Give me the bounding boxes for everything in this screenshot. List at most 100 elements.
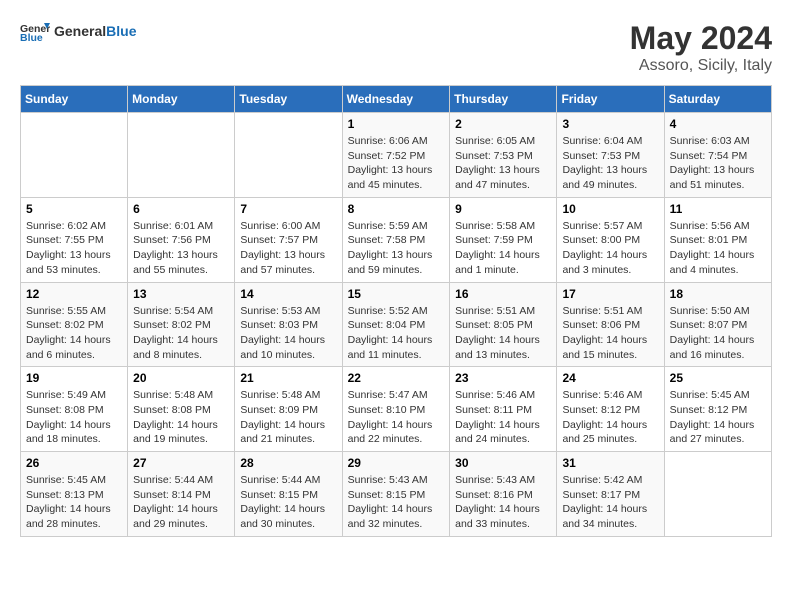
cell-info: Sunrise: 5:59 AM Sunset: 7:58 PM Dayligh… [348,219,445,278]
cell-info: Sunrise: 5:55 AM Sunset: 8:02 PM Dayligh… [26,304,122,363]
day-number: 7 [240,202,336,216]
calendar-cell [664,452,771,537]
calendar-cell: 19Sunrise: 5:49 AM Sunset: 8:08 PM Dayli… [21,367,128,452]
header-row: SundayMondayTuesdayWednesdayThursdayFrid… [21,86,772,113]
cell-info: Sunrise: 5:51 AM Sunset: 8:05 PM Dayligh… [455,304,551,363]
calendar-cell: 16 Sunrise: 5:51 AM Sunset: 8:05 PM Dayli… [450,282,557,367]
day-number: 6 [133,202,229,216]
day-number: 31 [562,456,658,470]
day-number: 24 [562,371,658,385]
page-header: General Blue GeneralBlue May 2024 Assoro… [20,20,772,75]
title-block: May 2024 Assoro, Sicily, Italy [630,20,772,75]
day-number: 1 [348,117,445,131]
day-number: 22 [348,371,445,385]
cell-info: Sunrise: 5:48 AM Sunset: 8:09 PM Dayligh… [240,388,336,447]
cell-info: Sunrise: 5:47 AM Sunset: 8:10 PM Dayligh… [348,388,445,447]
day-number: 28 [240,456,336,470]
header-cell-thursday: Thursday [450,86,557,113]
calendar-cell: 8 Sunrise: 5:59 AM Sunset: 7:58 PM Daylig… [342,197,450,282]
cell-info: Sunrise: 5:48 AM Sunset: 8:08 PM Dayligh… [133,388,229,447]
cell-info: Sunrise: 5:44 AM Sunset: 8:14 PM Dayligh… [133,473,229,532]
calendar-cell [21,113,128,198]
calendar-cell: 11 Sunrise: 5:56 AM Sunset: 8:01 PM Dayli… [664,197,771,282]
day-number: 25 [670,371,766,385]
header-cell-tuesday: Tuesday [235,86,342,113]
cell-info: Sunrise: 6:00 AM Sunset: 7:57 PM Dayligh… [240,219,336,278]
cell-info: Sunrise: 5:49 AM Sunset: 8:08 PM Dayligh… [26,388,122,447]
day-number: 18 [670,287,766,301]
day-number: 13 [133,287,229,301]
day-number: 14 [240,287,336,301]
day-number: 21 [240,371,336,385]
logo: General Blue GeneralBlue [20,20,136,44]
calendar-cell: 28 Sunrise: 5:44 AM Sunset: 8:15 PM Dayli… [235,452,342,537]
cell-info: Sunrise: 6:06 AM Sunset: 7:52 PM Dayligh… [348,134,445,193]
week-row-4: 19Sunrise: 5:49 AM Sunset: 8:08 PM Dayli… [21,367,772,452]
day-number: 11 [670,202,766,216]
calendar-cell [128,113,235,198]
calendar-cell: 31 Sunrise: 5:42 AM Sunset: 8:17 PM Dayli… [557,452,664,537]
week-row-1: 1 Sunrise: 6:06 AM Sunset: 7:52 PM Daylig… [21,113,772,198]
cell-info: Sunrise: 5:45 AM Sunset: 8:13 PM Dayligh… [26,473,122,532]
day-number: 2 [455,117,551,131]
day-number: 30 [455,456,551,470]
cell-info: Sunrise: 6:02 AM Sunset: 7:55 PM Dayligh… [26,219,122,278]
week-row-2: 5Sunrise: 6:02 AM Sunset: 7:55 PM Daylig… [21,197,772,282]
calendar-cell: 1 Sunrise: 6:06 AM Sunset: 7:52 PM Daylig… [342,113,450,198]
header-cell-wednesday: Wednesday [342,86,450,113]
calendar-cell: 10 Sunrise: 5:57 AM Sunset: 8:00 PM Dayli… [557,197,664,282]
calendar-cell: 13Sunrise: 5:54 AM Sunset: 8:02 PM Dayli… [128,282,235,367]
day-number: 20 [133,371,229,385]
logo-general: General [54,23,106,39]
header-cell-sunday: Sunday [21,86,128,113]
calendar-cell: 22 Sunrise: 5:47 AM Sunset: 8:10 PM Dayli… [342,367,450,452]
calendar-cell: 25 Sunrise: 5:45 AM Sunset: 8:12 PM Dayli… [664,367,771,452]
cell-info: Sunrise: 5:43 AM Sunset: 8:15 PM Dayligh… [348,473,445,532]
cell-info: Sunrise: 6:04 AM Sunset: 7:53 PM Dayligh… [562,134,658,193]
calendar-cell: 18 Sunrise: 5:50 AM Sunset: 8:07 PM Dayli… [664,282,771,367]
day-number: 15 [348,287,445,301]
week-row-3: 12Sunrise: 5:55 AM Sunset: 8:02 PM Dayli… [21,282,772,367]
cell-info: Sunrise: 5:52 AM Sunset: 8:04 PM Dayligh… [348,304,445,363]
day-number: 8 [348,202,445,216]
cell-info: Sunrise: 5:46 AM Sunset: 8:11 PM Dayligh… [455,388,551,447]
svg-text:Blue: Blue [20,32,43,44]
calendar-cell: 20 Sunrise: 5:48 AM Sunset: 8:08 PM Dayli… [128,367,235,452]
day-number: 23 [455,371,551,385]
day-number: 9 [455,202,551,216]
calendar-cell: 5Sunrise: 6:02 AM Sunset: 7:55 PM Daylig… [21,197,128,282]
day-number: 10 [562,202,658,216]
calendar-cell: 29 Sunrise: 5:43 AM Sunset: 8:15 PM Dayli… [342,452,450,537]
cell-info: Sunrise: 5:53 AM Sunset: 8:03 PM Dayligh… [240,304,336,363]
calendar-cell: 24Sunrise: 5:46 AM Sunset: 8:12 PM Dayli… [557,367,664,452]
calendar-cell: 14 Sunrise: 5:53 AM Sunset: 8:03 PM Dayli… [235,282,342,367]
calendar-cell: 15 Sunrise: 5:52 AM Sunset: 8:04 PM Dayli… [342,282,450,367]
cell-info: Sunrise: 5:56 AM Sunset: 8:01 PM Dayligh… [670,219,766,278]
day-number: 26 [26,456,122,470]
calendar-cell: 6Sunrise: 6:01 AM Sunset: 7:56 PM Daylig… [128,197,235,282]
calendar-cell: 17Sunrise: 5:51 AM Sunset: 8:06 PM Dayli… [557,282,664,367]
calendar-cell: 21 Sunrise: 5:48 AM Sunset: 8:09 PM Dayli… [235,367,342,452]
cell-info: Sunrise: 5:45 AM Sunset: 8:12 PM Dayligh… [670,388,766,447]
calendar-cell: 7 Sunrise: 6:00 AM Sunset: 7:57 PM Daylig… [235,197,342,282]
day-number: 16 [455,287,551,301]
cell-info: Sunrise: 5:58 AM Sunset: 7:59 PM Dayligh… [455,219,551,278]
logo-blue: Blue [106,23,136,39]
header-cell-saturday: Saturday [664,86,771,113]
calendar-cell: 3 Sunrise: 6:04 AM Sunset: 7:53 PM Daylig… [557,113,664,198]
calendar-cell: 4Sunrise: 6:03 AM Sunset: 7:54 PM Daylig… [664,113,771,198]
cell-info: Sunrise: 5:50 AM Sunset: 8:07 PM Dayligh… [670,304,766,363]
main-title: May 2024 [630,20,772,57]
cell-info: Sunrise: 5:57 AM Sunset: 8:00 PM Dayligh… [562,219,658,278]
calendar-cell: 30Sunrise: 5:43 AM Sunset: 8:16 PM Dayli… [450,452,557,537]
cell-info: Sunrise: 5:51 AM Sunset: 8:06 PM Dayligh… [562,304,658,363]
week-row-5: 26 Sunrise: 5:45 AM Sunset: 8:13 PM Dayli… [21,452,772,537]
header-cell-monday: Monday [128,86,235,113]
cell-info: Sunrise: 5:44 AM Sunset: 8:15 PM Dayligh… [240,473,336,532]
day-number: 29 [348,456,445,470]
calendar-cell: 23 Sunrise: 5:46 AM Sunset: 8:11 PM Dayli… [450,367,557,452]
calendar-cell [235,113,342,198]
cell-info: Sunrise: 5:42 AM Sunset: 8:17 PM Dayligh… [562,473,658,532]
day-number: 3 [562,117,658,131]
day-number: 4 [670,117,766,131]
